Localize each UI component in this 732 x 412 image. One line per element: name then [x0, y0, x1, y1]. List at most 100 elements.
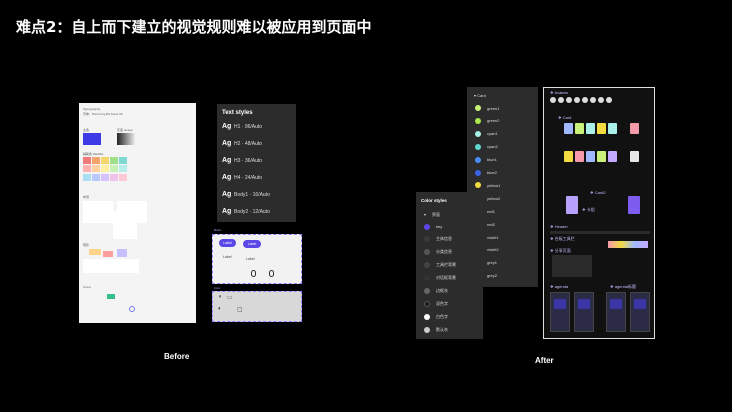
video-icon: ▭: [227, 295, 233, 301]
icon-component-sheet: ◖ ▭ ◐ ▢: [212, 291, 302, 322]
chat-icon: ▢: [237, 307, 243, 313]
after-caption: After: [535, 356, 554, 365]
color-style-item[interactable]: blue2: [475, 169, 497, 177]
agenda-title-label: ❖ agenda标题: [610, 284, 637, 289]
palette-swatch: [92, 174, 100, 181]
text-style-label: Body1 · 16/Auto: [234, 192, 270, 198]
card-color-header: ▾ Card: [474, 93, 486, 98]
label-pill-button[interactable]: Label: [243, 240, 261, 248]
card-sample: [586, 123, 595, 134]
color-style-item[interactable]: cyan1: [475, 130, 498, 138]
shadow-swatch: [89, 249, 101, 255]
text-style-row[interactable]: Ag H1 · 96/Auto: [222, 123, 291, 140]
palette-swatch: [83, 157, 91, 164]
color-name: 对话框背景: [436, 275, 456, 281]
text-style-row[interactable]: Ag Body2 · 12/Auto: [222, 208, 291, 225]
gray-swatch: [117, 133, 135, 145]
color-name: cyan1: [487, 131, 498, 137]
color-style-item[interactable]: 分类信息: [424, 248, 452, 257]
color-name: grey2: [487, 273, 498, 279]
color-style-item[interactable]: key: [424, 222, 442, 231]
header-label: ❖ Header: [550, 224, 568, 229]
color-swatch: [424, 275, 430, 282]
color-name: blue2: [487, 170, 497, 175]
style-guide-sheet: Typography 字体：HarmonyOS Sans SC 主色 灰度 Gr…: [79, 103, 196, 323]
color-name: yellow2: [487, 195, 501, 201]
color-swatch: [475, 105, 481, 111]
palette-swatch: [119, 165, 127, 172]
color-swatch: [424, 313, 430, 320]
text-style-row[interactable]: Ag H4 · 24/Auto: [222, 174, 291, 191]
color-name: green2: [487, 118, 500, 124]
color-style-item[interactable]: yellow1: [475, 181, 500, 189]
ag-glyph: Ag: [222, 174, 232, 181]
palette-swatch: [101, 165, 109, 172]
color-style-item[interactable]: cyan2: [475, 143, 498, 151]
color-style-item[interactable]: 深色字: [424, 299, 448, 308]
color-style-item[interactable]: 默认灰: [424, 325, 448, 334]
color-swatch: [475, 130, 481, 137]
palette-swatch: [92, 165, 100, 172]
button-label: Label: [246, 257, 255, 261]
agenda-screen: [550, 292, 570, 332]
text-style-row[interactable]: Ag H3 · 36/Auto: [222, 157, 291, 174]
color-swatch: [424, 249, 430, 256]
icons-label: Icons: [83, 285, 91, 289]
palette-swatch: [101, 157, 109, 164]
ag-glyph: Ag: [222, 208, 232, 215]
component-board: ❖ Avatars ❖ Card ❖ Card2 ❖ 卡组 ❖ Header ❖…: [543, 87, 655, 339]
color-swatch: [424, 326, 430, 333]
section-sample: [552, 255, 592, 277]
color-group-header[interactable]: ▾ 界面: [424, 210, 440, 219]
icon-frame-label: Icons: [214, 287, 220, 290]
button-label: Label: [223, 255, 232, 259]
button-component-sheet: Label Label Label Label: [212, 234, 302, 284]
color-name: violet2: [487, 247, 499, 253]
card-sample: [597, 123, 606, 134]
text-style-row[interactable]: Ag Body1 · 16/Auto: [222, 191, 291, 208]
color-name: 深色字: [436, 300, 448, 306]
color-name: yellow1: [487, 182, 501, 188]
section-label: ❖ 分享页面: [550, 248, 571, 253]
gray-label: 灰度 Grays: [117, 128, 133, 132]
color-swatch: [475, 143, 481, 150]
text-styles-panel: Text styles Ag H1 · 96/Auto Ag H2 · 48/Aut…: [217, 104, 296, 222]
color-swatch: [424, 300, 430, 307]
palette-swatch: [83, 174, 91, 181]
mic-icon: ◖: [218, 294, 222, 300]
color-style-item[interactable]: 对话框背景: [424, 274, 456, 283]
avatars-label: ❖ Avatars: [550, 90, 568, 95]
primary-label: 主色: [83, 128, 90, 132]
icon-sample: [129, 306, 135, 312]
color-style-item[interactable]: 边框灰: [424, 287, 448, 296]
color-name: grey1: [487, 260, 498, 266]
color-style-item[interactable]: green2: [475, 117, 499, 125]
palette-swatch: [110, 165, 118, 172]
tab-label: ❖ 卡组: [582, 207, 595, 212]
card-sample: [630, 151, 639, 162]
avatar: [590, 97, 596, 103]
palette-swatch: [119, 174, 127, 181]
text-styles-title: Text styles: [222, 110, 253, 116]
color-style-item[interactable]: green1: [475, 104, 499, 112]
color-style-item[interactable]: 工具栏背景: [424, 261, 456, 270]
card-sample: [597, 151, 606, 162]
mic-outline-icon: ◐: [218, 306, 222, 312]
label-pill-button[interactable]: Label: [219, 239, 236, 247]
shadow-swatch: [117, 249, 127, 257]
color-style-item[interactable]: 白色字: [424, 312, 448, 321]
toolbar-sample: [608, 241, 648, 248]
card-sample: [566, 196, 578, 214]
color-swatch: [424, 236, 430, 243]
ag-glyph: Ag: [222, 123, 232, 130]
layout-block: [113, 211, 137, 239]
color-swatch: [424, 223, 430, 230]
color-name: cyan2: [487, 144, 498, 150]
color-name: 分类信息: [436, 249, 452, 255]
color-style-item[interactable]: blue1: [475, 156, 497, 164]
shadow-swatch: [103, 251, 113, 257]
text-style-row[interactable]: Ag H2 · 48/Auto: [222, 140, 291, 157]
icon-sample: [107, 294, 115, 299]
card-sample: [628, 196, 640, 214]
color-style-item[interactable]: 主体信息: [424, 235, 452, 244]
